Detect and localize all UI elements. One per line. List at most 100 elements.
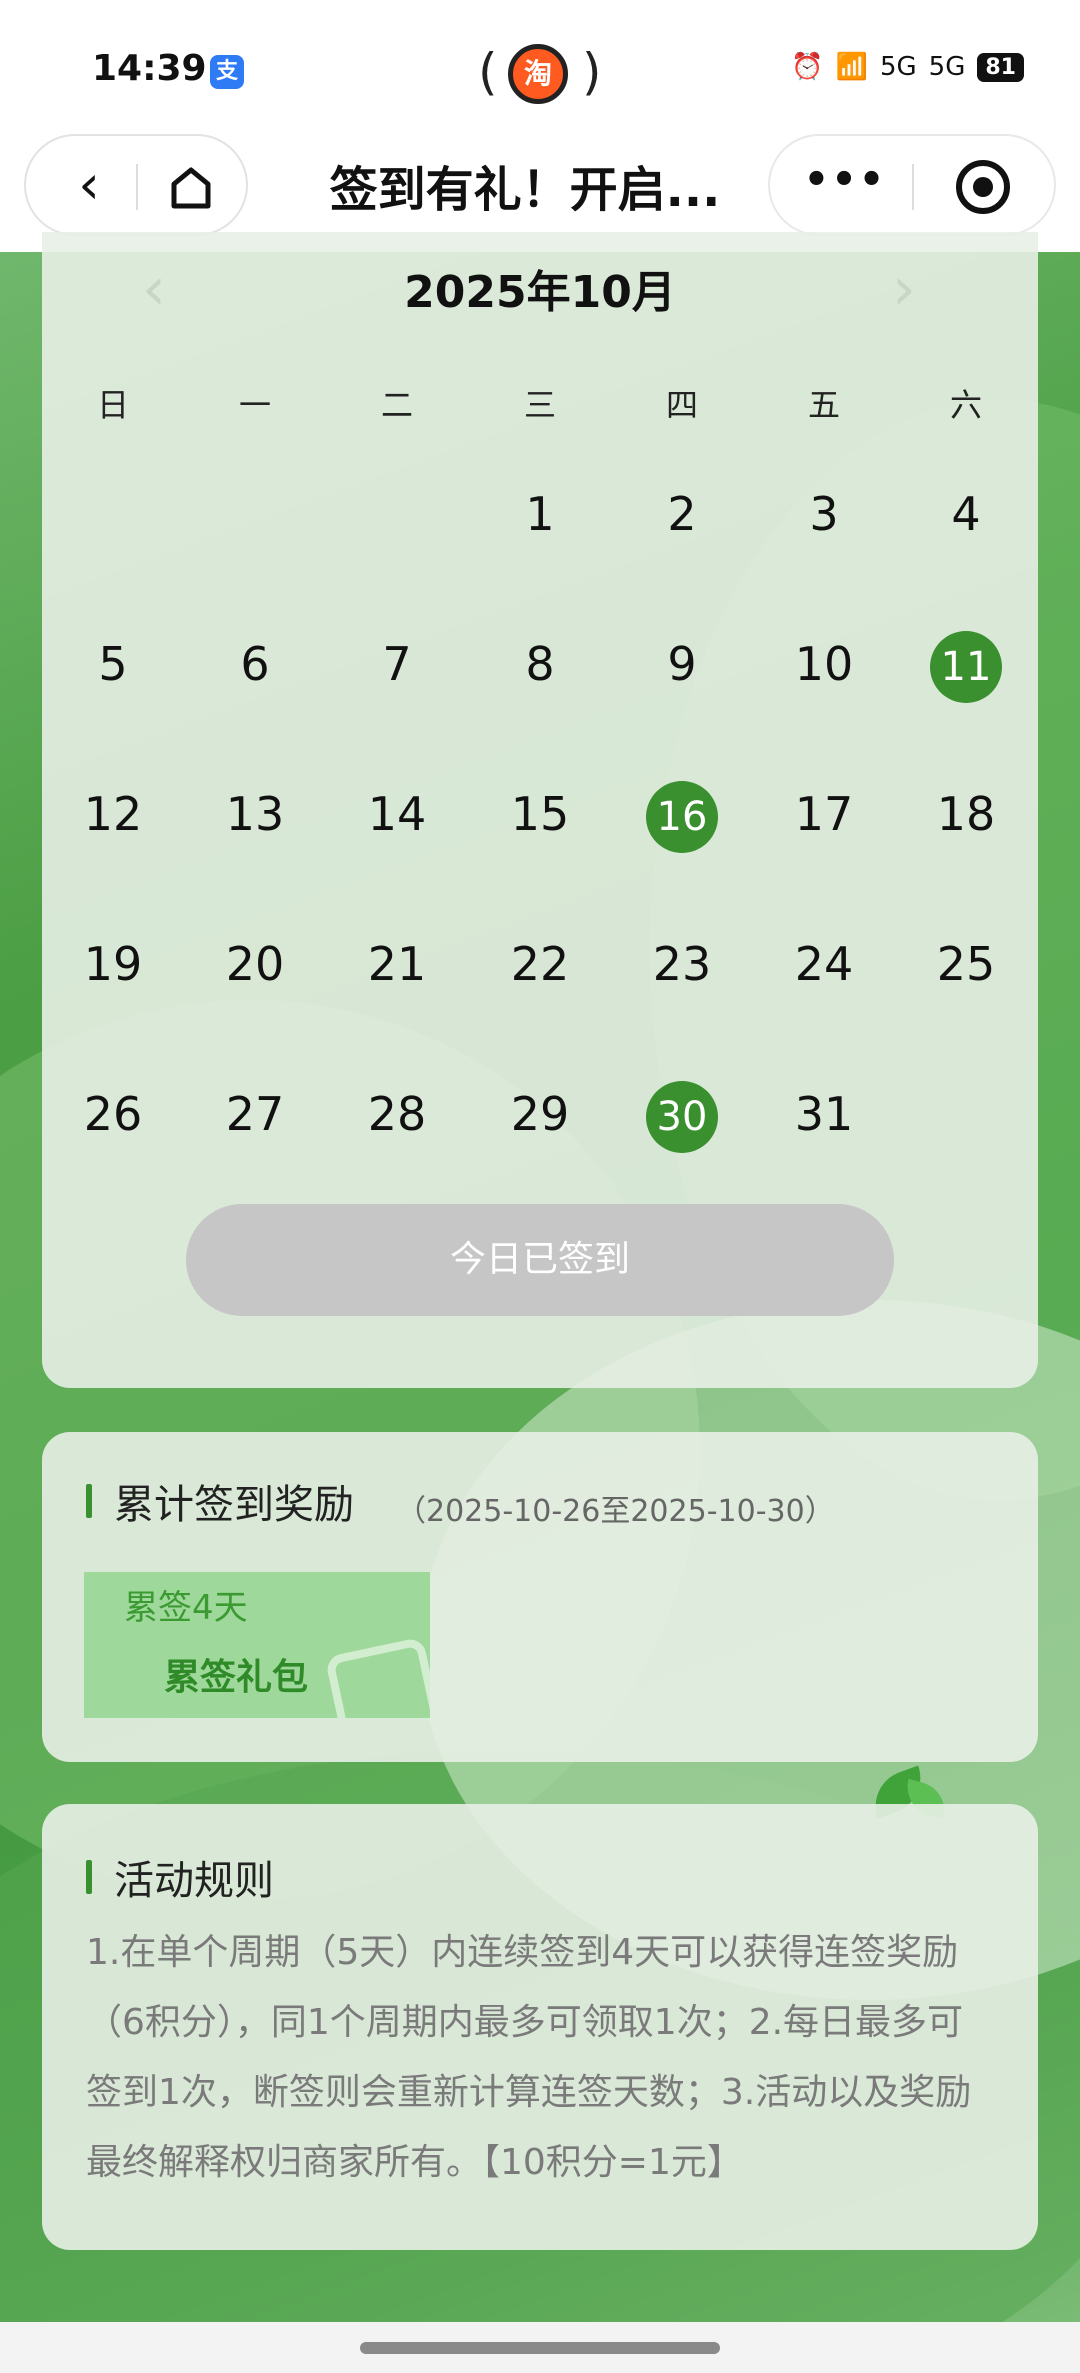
page-title: 签到有礼！开启... (329, 162, 721, 218)
calendar-day[interactable]: 2 (611, 478, 753, 550)
calendar-day[interactable]: 14 (326, 778, 468, 850)
calendar-day-number: 8 (525, 637, 555, 691)
calendar-day[interactable]: 7 (326, 628, 468, 700)
home-icon[interactable] (156, 152, 226, 222)
calendar-day-number: 18 (936, 787, 996, 841)
rules-text: 1.在单个周期（5天）内连续签到4天可以获得连签奖励（6积分），同1个周期内最多… (86, 1932, 972, 2183)
calendar-day-number: 14 (367, 787, 427, 841)
reward-date-range: （2025-10-26至2025-10-30） (396, 1494, 835, 1529)
reward-section-title: 累计签到奖励 (86, 1472, 354, 1530)
paren-right-icon: ) (582, 43, 602, 101)
gift-name: 累签礼包 (164, 1657, 309, 1698)
weekday-label: 六 (949, 386, 982, 424)
calendar-day-number: 31 (794, 1087, 854, 1141)
rules-card: 活动规则 1.在单个周期（5天）内连续签到4天可以获得连签奖励（6积分），同1个… (42, 1804, 1038, 2250)
title-accent-bar (86, 1484, 92, 1518)
alarm-icon: ⏰ (791, 52, 824, 82)
calendar-day[interactable]: 29 (469, 1078, 611, 1150)
calendar-day-number: 13 (225, 787, 285, 841)
calendar-day-number: 26 (83, 1087, 143, 1141)
calendar-day[interactable]: 25 (895, 928, 1037, 1000)
calendar-day-number: 1 (525, 487, 555, 541)
calendar-day[interactable]: 26 (42, 1078, 184, 1150)
status-bar: 14:39 支 ( 淘 ) ⏰ 📶 5G 5G 81 (0, 0, 1080, 140)
month-title: 2025年10月 (404, 267, 676, 318)
nav-capsule-right: ••• (768, 134, 1056, 236)
rules-title-text: 活动规则 (114, 1858, 274, 1904)
calendar-day-number: 28 (367, 1087, 427, 1141)
calendar-day-number: 20 (225, 937, 285, 991)
weekday-label: 四 (665, 386, 698, 424)
calendar-day[interactable]: 3 (753, 478, 895, 550)
status-icons: ⏰ 📶 5G 5G 81 (791, 52, 1024, 82)
taobao-app-indicator: ( 淘 ) (478, 40, 602, 104)
calendar-day[interactable]: 20 (184, 928, 326, 1000)
calendar-day-number: 23 (652, 937, 712, 991)
calendar-day-number: 16 (646, 781, 718, 853)
calendar-day[interactable]: 1 (469, 478, 611, 550)
weekday-label: 二 (380, 386, 413, 424)
gift-package-item[interactable]: 累签4天 累签礼包 (84, 1572, 430, 1718)
calendar-day-signed[interactable]: 11 (895, 628, 1037, 703)
system-bottom-bar (0, 2322, 1080, 2373)
calendar-day-number: 3 (809, 487, 839, 541)
calendar-day-number: 25 (936, 937, 996, 991)
calendar-day-number: 11 (930, 631, 1002, 703)
calendar-day-number: 22 (510, 937, 570, 991)
signal-2-icon: 5G (928, 52, 966, 82)
battery-icon: 81 (977, 52, 1024, 82)
calendar-day[interactable]: 31 (753, 1078, 895, 1150)
calendar-day[interactable]: 8 (469, 628, 611, 700)
calendar-day-number: 15 (510, 787, 570, 841)
calendar-day-number: 24 (794, 937, 854, 991)
calendar-day[interactable]: 19 (42, 928, 184, 1000)
calendar-day[interactable]: 15 (469, 778, 611, 850)
calendar-day-number: 21 (367, 937, 427, 991)
calendar-day-number: 6 (240, 637, 270, 691)
calendar-day[interactable]: 13 (184, 778, 326, 850)
calendar-day-signed[interactable]: 30 (611, 1078, 753, 1153)
calendar-day[interactable]: 27 (184, 1078, 326, 1150)
nav-capsule-left: ‹ (24, 134, 248, 236)
calendar-day-number: 17 (794, 787, 854, 841)
divider (912, 164, 914, 210)
calendar-day-number: 10 (794, 637, 854, 691)
calendar-day-number: 2 (667, 487, 697, 541)
signed-today-button[interactable]: 今日已签到 (186, 1204, 894, 1316)
calendar-day-number: 12 (83, 787, 143, 841)
calendar-day[interactable]: 24 (753, 928, 895, 1000)
wifi-icon: 📶 (835, 52, 868, 82)
more-icon[interactable]: ••• (800, 150, 890, 220)
calendar-day[interactable]: 21 (326, 928, 468, 1000)
weekday-label: 五 (807, 386, 840, 424)
calendar-day-number: 9 (667, 637, 697, 691)
calendar-day-signed[interactable]: 16 (611, 778, 753, 853)
calendar-day-number: 19 (83, 937, 143, 991)
calendar-day-number: 5 (98, 637, 128, 691)
calendar-day[interactable]: 9 (611, 628, 753, 700)
calendar-day-number: 7 (382, 637, 412, 691)
calendar-day[interactable]: 23 (611, 928, 753, 1000)
calendar-day[interactable]: 5 (42, 628, 184, 700)
rules-section-title: 活动规则 (86, 1848, 274, 1906)
calendar-day[interactable]: 18 (895, 778, 1037, 850)
weekday-label: 三 (523, 386, 556, 424)
taobao-icon: 淘 (508, 44, 568, 104)
back-icon[interactable]: ‹ (54, 152, 124, 222)
cumulative-reward-card: 累计签到奖励 （2025-10-26至2025-10-30） 累签4天 累签礼包 (42, 1432, 1038, 1762)
reward-title-text: 累计签到奖励 (114, 1482, 354, 1528)
calendar-day-number: 29 (510, 1087, 570, 1141)
calendar-day[interactable]: 22 (469, 928, 611, 1000)
calendar-day[interactable]: 17 (753, 778, 895, 850)
home-indicator[interactable] (360, 2342, 720, 2354)
alipay-icon: 支 (210, 55, 244, 89)
calendar-day[interactable]: 28 (326, 1078, 468, 1150)
close-miniprogram-icon[interactable] (956, 160, 1010, 214)
title-accent-bar (86, 1860, 92, 1894)
calendar-day[interactable]: 10 (753, 628, 895, 700)
calendar-day[interactable]: 6 (184, 628, 326, 700)
calendar-day[interactable]: 4 (895, 478, 1037, 550)
calendar-day[interactable]: 12 (42, 778, 184, 850)
next-month-icon[interactable]: › (892, 254, 916, 324)
gift-condition: 累签4天 (124, 1588, 248, 1628)
